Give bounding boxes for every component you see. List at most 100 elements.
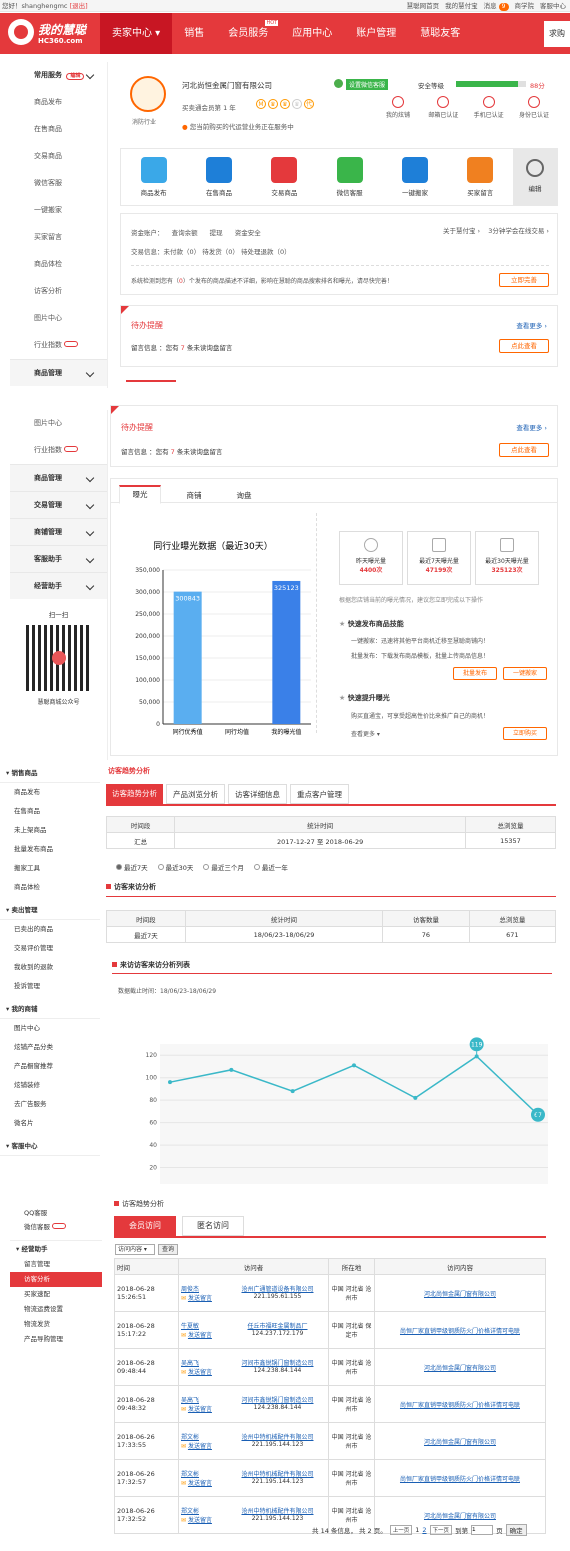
edit-badge[interactable]: 编辑 [66, 73, 85, 80]
sidebar-item[interactable]: 留言管理 [10, 1257, 102, 1272]
period-radio-1[interactable]: 最近30天 [157, 862, 193, 872]
sidebar-common-title[interactable]: 常用服务 编辑 [10, 62, 107, 89]
one-click-move-button[interactable]: 一键搬家 [503, 667, 547, 680]
sidebar-item[interactable]: 图片中心 [10, 410, 107, 437]
sidebar-item[interactable]: 在售商品 [0, 802, 100, 821]
query-button[interactable]: 查询 [158, 1244, 178, 1255]
cell-content[interactable]: 河北尚恒金属门窗有限公司 [374, 1348, 546, 1386]
send-message-link[interactable]: ✉ 发送留言 [181, 1293, 225, 1302]
prev-page-button[interactable]: 上一页 [389, 1525, 413, 1535]
nav-apps[interactable]: 应用中心 [280, 13, 344, 54]
sidebar-item[interactable]: 交易商品 [10, 143, 107, 170]
service-link[interactable]: 客服中心 [540, 0, 566, 12]
send-message-link[interactable]: ✉ 发送留言 [181, 1330, 225, 1339]
sidebar-item[interactable]: 访客分析 [10, 278, 107, 305]
sidebar-item[interactable]: 批量发布商品 [0, 840, 100, 859]
my-shop-link[interactable]: 我的炫铺 [378, 96, 418, 119]
view-todo-button[interactable]: 点此查看 [499, 339, 549, 353]
visitor-name-link[interactable]: 牛夏敏 [181, 1321, 225, 1330]
tab-exposure[interactable]: 曝光 [119, 485, 161, 504]
visitor-name-link[interactable]: 吴高飞 [181, 1358, 225, 1367]
content-filter-select[interactable]: 访问内容 ▾ [115, 1244, 155, 1255]
sidebar-section-title[interactable]: ▾ 客服中心 [0, 1137, 100, 1156]
visitor-name-link[interactable]: 吴高飞 [181, 1395, 225, 1404]
visitor-name-link[interactable]: 郑文彬 [181, 1506, 225, 1515]
next-page-button[interactable]: 下一页 [429, 1525, 453, 1535]
sidebar-item[interactable]: 微信客服 [10, 170, 107, 197]
period-radio-3[interactable]: 最近一年 [253, 862, 288, 872]
more-link[interactable]: 查看更多 ▾ [351, 729, 380, 738]
school-link[interactable]: 商学院 [515, 0, 535, 12]
huifubao-link[interactable]: 我的慧付宝 [445, 0, 478, 12]
home-link[interactable]: 慧聪网首页 [407, 0, 440, 12]
company-link[interactable]: 沧州广通管道设备有限公司 [229, 1284, 326, 1293]
sidebar-item[interactable]: 去广告服务 [0, 1095, 100, 1114]
send-message-link[interactable]: ✉ 发送留言 [181, 1404, 225, 1413]
visitor-tab-3[interactable]: 重点客户管理 [290, 784, 349, 804]
goto-confirm-button[interactable]: 确定 [505, 1524, 527, 1536]
sidebar-item[interactable]: 访客分析 [10, 1272, 102, 1287]
quick-action-4[interactable]: 一键搬家 [382, 149, 447, 205]
sidebar-item[interactable]: 交易评价管理 [0, 939, 100, 958]
send-message-link[interactable]: ✉ 发送留言 [181, 1441, 225, 1450]
quick-action-5[interactable]: 买家留言 [448, 149, 513, 205]
visitor-tab-1[interactable]: 产品浏览分析 [166, 784, 225, 804]
tab-anonymous[interactable]: 匿名访问 [182, 1216, 244, 1236]
sidebar-item[interactable]: 商品发布 [0, 783, 100, 802]
tab-shop[interactable]: 商铺 [173, 490, 215, 501]
quick-edit-button[interactable]: 编辑 [512, 149, 557, 205]
todo-more-link[interactable]: 查看更多 › [516, 422, 547, 432]
cell-content[interactable]: 河北尚恒金属门窗有限公司 [374, 1422, 546, 1460]
sidebar-group[interactable]: 交易管理 [10, 491, 107, 518]
sidebar-item[interactable]: 未上架商品 [0, 821, 100, 840]
company-link[interactable]: 河间市鑫锐锅门窗制造公司 [229, 1395, 326, 1404]
visitor-tab-2[interactable]: 访客详细信息 [228, 784, 287, 804]
site-logo[interactable]: 我的慧聪 HC360.com [8, 19, 96, 49]
sidebar-group[interactable]: ▾ 经营助手 [10, 1240, 102, 1257]
visitor-tab-0[interactable]: 访客趋势分析 [106, 784, 163, 804]
unshipped-link[interactable]: 待发货（0） [202, 248, 239, 256]
sidebar-item[interactable]: 物流发货 [10, 1317, 102, 1332]
send-message-link[interactable]: ✉ 发送留言 [181, 1515, 225, 1524]
withdraw-link[interactable]: 提现 [210, 229, 223, 237]
sidebar-item[interactable]: 商品体检 [0, 878, 100, 897]
sidebar-item[interactable]: 物流运费设置 [10, 1302, 102, 1317]
wechat-service-button[interactable]: 设置微信客服 [346, 79, 389, 90]
quick-action-1[interactable]: 在售商品 [186, 149, 251, 205]
quick-action-3[interactable]: 微信客服 [317, 149, 382, 205]
search-button[interactable]: 求购 [544, 21, 570, 47]
sidebar-item[interactable]: 产品导购管理 [10, 1332, 102, 1347]
visitor-name-link[interactable]: 郑文彬 [181, 1432, 225, 1441]
cell-content[interactable]: 尚恒厂家直销甲级钢质防火门价格详情可电联 [374, 1311, 546, 1349]
cell-content[interactable]: 尚恒厂家直销甲级钢质防火门价格详情可电联 [374, 1385, 546, 1423]
nav-youke[interactable]: 慧聪友客 [408, 13, 472, 54]
sidebar-item[interactable]: 炫铺装修 [0, 1076, 100, 1095]
sidebar-group[interactable]: 客服助手 [10, 545, 107, 572]
huifubao-about-link[interactable]: 关于慧付宝 [443, 227, 476, 235]
page-2[interactable]: 2 [422, 1526, 426, 1534]
sidebar-item[interactable]: 微信客服 [10, 1220, 102, 1234]
sidebar-item[interactable]: 买家留言 [10, 224, 107, 251]
goto-page-input[interactable] [471, 1525, 494, 1535]
buy-now-button[interactable]: 立即购买 [503, 727, 547, 740]
unpaid-link[interactable]: 未付款（0） [164, 248, 201, 256]
quick-action-0[interactable]: 商品发布 [121, 149, 186, 205]
improve-button[interactable]: 立即完善 [499, 273, 549, 287]
sidebar-item[interactable]: 我收到的退款 [0, 958, 100, 977]
sidebar-item[interactable]: 炫铺产品分类 [0, 1038, 100, 1057]
logout-link[interactable]: [退出] [70, 2, 88, 10]
fund-security-link[interactable]: 资金安全 [235, 229, 261, 237]
sidebar-item[interactable]: QQ客服 [10, 1206, 102, 1220]
sidebar-item[interactable]: 搬家工具 [0, 859, 100, 878]
sidebar-group[interactable]: 商品管理 [10, 464, 107, 491]
sidebar-item[interactable]: 投诉管理 [0, 977, 100, 996]
sidebar-item[interactable]: 行业指数 [10, 332, 107, 359]
view-todo-button[interactable]: 点此查看 [499, 443, 549, 457]
cell-content[interactable]: 尚恒厂家直销甲级钢质防火门价格详情可电联 [374, 1459, 546, 1497]
sidebar-section-title[interactable]: ▾ 卖出管理 [0, 901, 100, 920]
tab-member[interactable]: 会员访问 [114, 1216, 176, 1236]
sidebar-item[interactable]: 微名片 [0, 1114, 100, 1133]
period-radio-0[interactable]: 最近7天 [116, 862, 148, 872]
visitor-name-link[interactable]: 周俊杰 [181, 1284, 225, 1293]
message-link[interactable]: 消息 9 [484, 0, 509, 12]
